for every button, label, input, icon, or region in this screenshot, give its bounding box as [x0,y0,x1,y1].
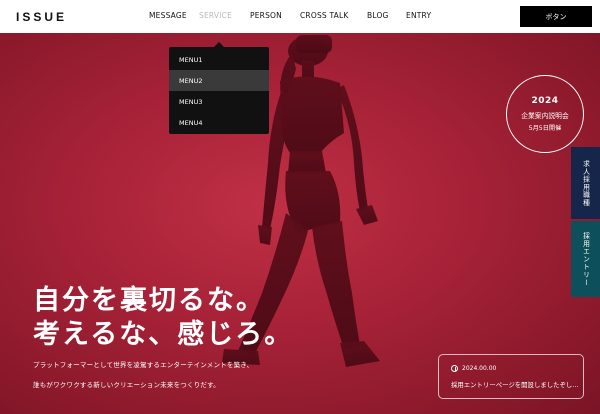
nav-person[interactable]: PERSON [250,11,282,20]
dropdown-item-menu1[interactable]: MENU1 [169,49,269,70]
news-card[interactable]: 2024.00.00 採用エントリーページを開設しましたぞし… [438,354,584,399]
hero: 2024 企業案内説明会 5月5日開催 求人採用職種 採用エントリー 自分を裏切… [0,33,600,414]
news-date-row: 2024.00.00 [451,365,583,372]
dropdown-item-menu3[interactable]: MENU3 [169,91,269,112]
side-tab-job-types[interactable]: 求人採用職種 [571,147,600,219]
nav-cross-talk[interactable]: CROSS TALK [300,11,348,20]
event-badge[interactable]: 2024 企業案内説明会 5月5日開催 [506,75,584,153]
dropdown-item-menu4[interactable]: MENU4 [169,112,269,133]
dropdown-item-menu2[interactable]: MENU2 [169,70,269,91]
clock-icon [451,365,458,372]
nav-blog[interactable]: BLOG [367,11,389,20]
hero-subtext-line2: 誰もがワクワクする新しいクリエーション未来をつくりだす。 [33,381,220,389]
hero-subtext-line1: プラットフォーマーとして世界を凌駕するエンターテインメントを築き、 [33,361,254,369]
news-text: 採用エントリーページを開設しましたぞし… [451,381,579,389]
nav-message[interactable]: MESSAGE [149,11,187,20]
main-nav: MESSAGE SERVICE PERSON CROSS TALK BLOG E… [0,0,600,33]
side-tab-entry[interactable]: 採用エントリー [571,221,600,297]
site-header: ISSUE MESSAGE SERVICE PERSON CROSS TALK … [0,0,600,33]
news-date: 2024.00.00 [462,365,497,372]
nav-service[interactable]: SERVICE [199,11,232,20]
event-year: 2024 [531,96,559,106]
header-cta-button[interactable]: ボタン [520,6,592,27]
hero-headline-line2: 考えるな、感じろ。 [33,319,294,350]
event-date: 5月5日開催 [528,125,562,132]
nav-entry[interactable]: ENTRY [406,11,431,20]
service-dropdown-menu: MENU1 MENU2 MENU3 MENU4 [169,42,269,134]
event-title: 企業案内説明会 [521,112,569,120]
